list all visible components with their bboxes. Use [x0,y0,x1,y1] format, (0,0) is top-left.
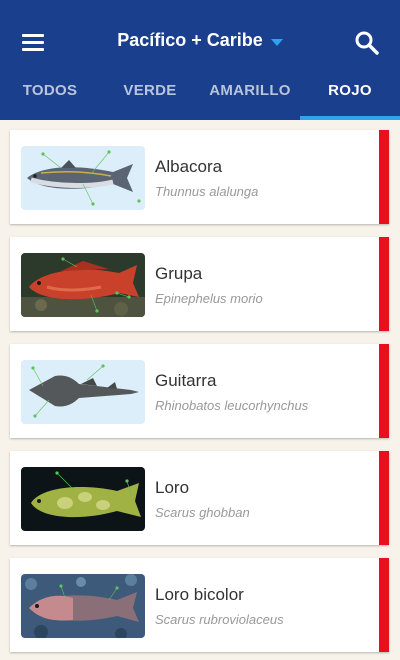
fish-thumbnail [21,360,145,424]
species-scientific-name: Epinephelus morio [155,291,263,306]
species-scientific-name: Rhinobatos leucorhynchus [155,398,309,413]
species-scientific-name: Scarus ghobban [155,505,250,520]
species-card-guitarra[interactable]: Guitarra Rhinobatos leucorhynchus [10,344,389,438]
tab-rojo[interactable]: ROJO [300,78,400,120]
species-card-loro[interactable]: Loro Scarus ghobban [10,451,389,545]
risk-status-bar [379,237,389,331]
species-scientific-name: Thunnus alalunga [155,184,259,199]
species-common-name: Albacora [155,157,223,176]
tab-amarillo[interactable]: AMARILLO [200,78,300,120]
region-label: Pacífico + Caribe [117,30,263,50]
risk-status-bar [379,558,389,652]
tab-verde[interactable]: VERDE [100,78,200,120]
tab-todos[interactable]: TODOS [0,78,100,120]
search-icon[interactable] [352,28,382,58]
region-selector-wrap: Pacífico + Caribe [0,30,400,51]
species-list: Albacora Thunnus alalunga Grupa Epinephe… [10,130,389,660]
species-card-grupa[interactable]: Grupa Epinephelus morio [10,237,389,331]
app-bar: Pacífico + Caribe TODOS VERDE AMARILLO R… [0,0,400,120]
risk-status-bar [379,130,389,224]
fish-thumbnail [21,146,145,210]
region-selector[interactable]: Pacífico + Caribe [117,30,283,51]
fish-thumbnail [21,253,145,317]
top-bar: Pacífico + Caribe [0,0,400,78]
species-card-albacora[interactable]: Albacora Thunnus alalunga [10,130,389,224]
species-common-name: Loro bicolor [155,585,244,604]
species-common-name: Loro [155,478,190,497]
risk-status-bar [379,451,389,545]
species-common-name: Guitarra [155,371,217,390]
species-common-name: Grupa [155,264,203,283]
risk-status-bar [379,344,389,438]
risk-tabs: TODOS VERDE AMARILLO ROJO [0,78,400,120]
fish-thumbnail [21,467,145,531]
fish-thumbnail [21,574,145,638]
caret-down-icon [270,38,283,46]
species-card-loro-bicolor[interactable]: Loro bicolor Scarus rubroviolaceus [10,558,389,652]
species-scientific-name: Scarus rubroviolaceus [155,612,284,627]
